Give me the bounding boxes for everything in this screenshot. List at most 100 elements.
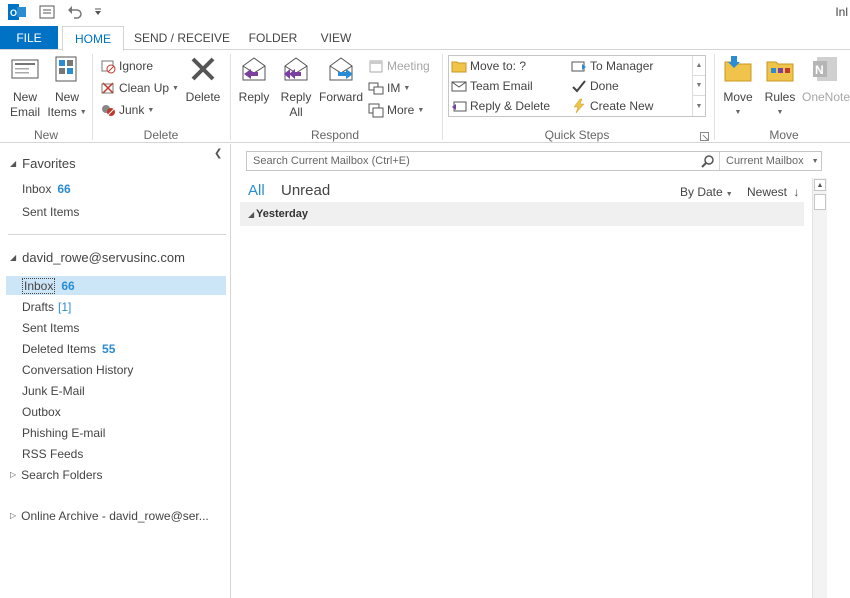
folder-label: Deleted Items	[22, 341, 97, 356]
outlook-logo-icon[interactable]: O	[8, 3, 26, 21]
nav-divider	[8, 234, 226, 235]
scroll-down-icon[interactable]: ▼	[693, 76, 705, 96]
quick-steps-scroll[interactable]: ▲ ▼ ▼	[692, 56, 705, 116]
send-receive-all-icon[interactable]	[38, 3, 56, 21]
folder-drafts[interactable]: Drafts [1]	[22, 297, 71, 316]
folder-label: Junk E-Mail	[22, 383, 85, 398]
title-bar: O Inl	[0, 0, 850, 26]
new-items-icon	[46, 54, 88, 88]
favorites-inbox[interactable]: Inbox 66	[22, 179, 71, 198]
team-email-label: Team Email	[470, 79, 533, 93]
move-button[interactable]: Move ▼	[718, 54, 758, 120]
scroll-up-icon[interactable]: ▲	[693, 56, 705, 76]
message-list-pane: Search Current Mailbox (Ctrl+E) Current …	[232, 144, 850, 598]
archive-label: Online Archive - david_rowe@ser...	[21, 508, 209, 523]
im-button[interactable]: IM ▼	[368, 78, 410, 98]
search-box[interactable]: Search Current Mailbox (Ctrl+E) Current …	[246, 151, 822, 171]
quick-step-to-manager[interactable]: To Manager	[571, 56, 653, 76]
folder-deleted-items[interactable]: Deleted Items 55	[22, 339, 115, 358]
expand-gallery-icon[interactable]: ▼	[693, 96, 705, 116]
more-respond-button[interactable]: More ▼	[368, 100, 424, 120]
folder-label: Inbox	[22, 277, 56, 294]
search-scope-dropdown[interactable]: Current Mailbox ▼	[719, 152, 819, 170]
group-header-label: Yesterday	[256, 208, 308, 220]
message-list-scrollbar[interactable]: ▲	[812, 178, 827, 598]
folder-inbox[interactable]: Inbox 66	[22, 276, 75, 295]
junk-button[interactable]: Junk ▼	[100, 100, 154, 120]
undo-icon[interactable]	[66, 3, 84, 21]
im-dropdown-icon: ▼	[403, 84, 411, 92]
quick-step-reply-delete[interactable]: Reply & Delete	[451, 96, 550, 116]
collapse-pane-icon[interactable]: ❮	[214, 148, 222, 159]
quick-steps-gallery: Move to: ? Team Email Reply & Delete To …	[448, 55, 706, 117]
meeting-label: Meeting	[387, 59, 430, 73]
date-group-header[interactable]: ◢ Yesterday	[240, 202, 804, 226]
tab-file[interactable]: FILE	[0, 26, 58, 50]
online-archive[interactable]: ▷ Online Archive - david_rowe@ser...	[10, 506, 209, 525]
customize-qat-icon[interactable]	[92, 3, 104, 21]
new-items-button[interactable]: New Items ▼	[46, 54, 88, 120]
new-items-label-1: New	[54, 90, 79, 104]
folder-phishing-email[interactable]: Phishing E-mail	[22, 423, 105, 442]
group-label-quick-steps: Quick Steps	[544, 128, 610, 142]
clean-up-dropdown-icon: ▼	[172, 84, 179, 92]
quick-step-team-email[interactable]: Team Email	[451, 76, 533, 96]
scroll-up-icon[interactable]: ▲	[814, 179, 826, 191]
new-email-label-2: Email	[9, 105, 40, 119]
delete-button[interactable]: Delete	[182, 54, 224, 105]
reply-all-button[interactable]: Reply All	[278, 54, 314, 120]
more-label: More	[387, 103, 415, 117]
folder-outbox[interactable]: Outbox	[22, 402, 61, 421]
quick-step-done[interactable]: Done	[571, 76, 619, 96]
forward-button[interactable]: Forward	[318, 54, 364, 105]
meeting-button[interactable]: Meeting	[368, 56, 430, 76]
more-icon	[368, 102, 384, 118]
folder-rss-feeds[interactable]: RSS Feeds	[22, 444, 83, 463]
delete-x-icon	[182, 54, 224, 88]
search-input[interactable]: Search Current Mailbox (Ctrl+E)	[253, 155, 410, 167]
rules-button[interactable]: Rules ▼	[760, 54, 800, 120]
to-manager-label: To Manager	[590, 59, 654, 73]
junk-dropdown-icon: ▼	[147, 106, 155, 114]
move-dropdown-icon: ▼	[734, 109, 742, 116]
search-icon[interactable]	[701, 154, 715, 171]
forward-icon	[318, 54, 364, 88]
clean-up-icon	[100, 80, 116, 96]
sort-order-label: Newest	[747, 185, 788, 199]
folder-sent-items[interactable]: Sent Items	[22, 318, 79, 337]
clean-up-button[interactable]: Clean Up ▼	[100, 78, 179, 98]
dialog-launcher-icon[interactable]	[700, 130, 709, 144]
new-email-button[interactable]: New Email	[6, 54, 44, 120]
ignore-button[interactable]: Ignore	[100, 56, 153, 76]
tab-send-receive[interactable]: SEND / RECEIVE	[130, 26, 234, 50]
folder-conversation-history[interactable]: Conversation History	[22, 360, 133, 379]
reply-all-icon	[278, 54, 314, 88]
reply-button[interactable]: Reply	[236, 54, 272, 105]
reply-icon	[236, 54, 272, 88]
folder-junk-email[interactable]: Junk E-Mail	[22, 381, 85, 400]
svg-text:N: N	[815, 63, 824, 77]
quick-step-create-new[interactable]: Create New	[571, 96, 653, 116]
favorites-sent-items[interactable]: Sent Items	[22, 202, 79, 221]
tab-home[interactable]: HOME	[62, 26, 124, 51]
filter-all[interactable]: All	[248, 182, 265, 199]
expanded-triangle-icon: ◢	[248, 209, 255, 219]
sort-order-toggle[interactable]: Newest ↓	[747, 185, 799, 199]
move-to-label: Move to: ?	[470, 59, 527, 73]
to-manager-icon	[571, 58, 587, 74]
folder-label: Search Folders	[21, 467, 103, 482]
filter-unread[interactable]: Unread	[281, 182, 330, 199]
quick-step-move-to[interactable]: Move to: ?	[451, 56, 526, 76]
onenote-label: OneNote	[802, 90, 850, 104]
account-header[interactable]: ◢ david_rowe@servusinc.com	[10, 250, 185, 265]
favorites-header[interactable]: ◢ Favorites	[10, 156, 76, 171]
tab-view[interactable]: VIEW	[312, 26, 360, 50]
onenote-button[interactable]: N OneNote	[802, 54, 850, 105]
unread-count: 66	[61, 278, 75, 293]
sort-by-dropdown[interactable]: By Date ▼	[680, 185, 733, 199]
chevron-down-icon: ▼	[811, 157, 819, 165]
scroll-thumb[interactable]	[814, 194, 826, 210]
folder-search-folders[interactable]: ▷ Search Folders	[10, 465, 103, 484]
im-label: IM	[387, 81, 401, 95]
tab-folder[interactable]: FOLDER	[242, 26, 304, 50]
